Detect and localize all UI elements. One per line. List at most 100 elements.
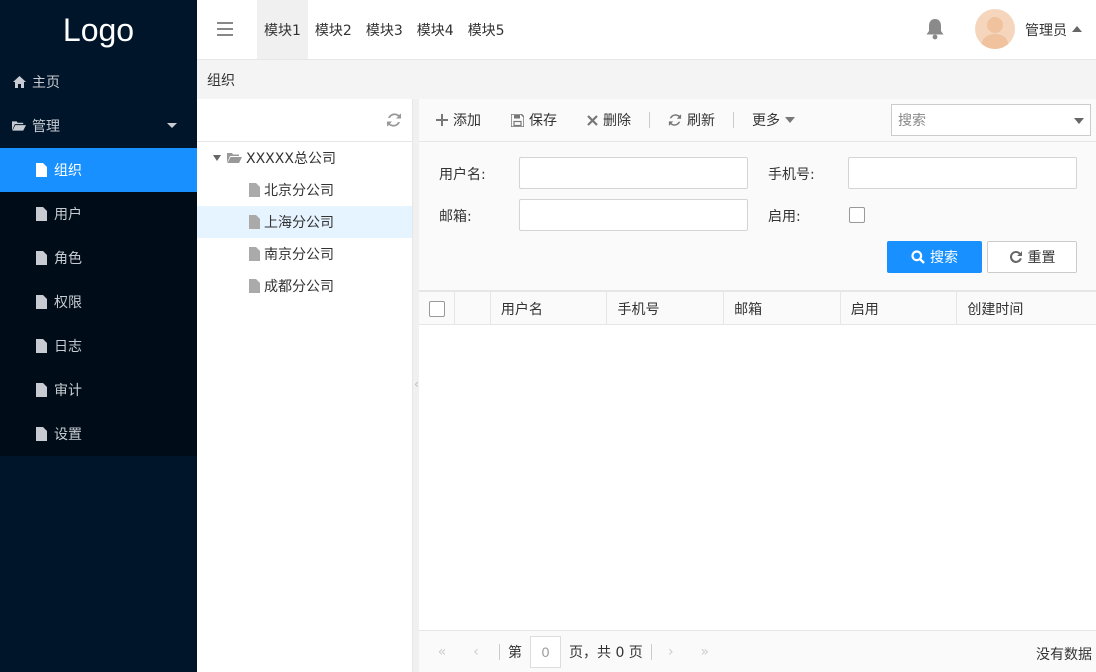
more-dropdown-label: 更多 [752,113,780,129]
sidebar-item-logs[interactable]: 日志 [0,324,197,368]
avatar[interactable] [975,9,1015,49]
tree-node-nanjing[interactable]: 南京分公司 [197,238,412,270]
tree-node-label: XXXXX总公司 [246,151,336,167]
toolbar-divider [733,112,734,128]
more-dropdown[interactable]: 更多 [752,110,795,130]
tree-node-shanghai[interactable]: 上海分公司 [197,206,412,238]
sidebar-item-label: 主页 [32,75,60,91]
user-name[interactable]: 管理员 [1025,20,1067,40]
sidebar-item-label: 用户 [54,207,82,223]
last-page-icon[interactable]: » [694,641,716,663]
pagination: « ‹ 第 页，共 0 页 › » 没有数据 [419,630,1096,672]
top-header: 模块1 模块2 模块3 模块4 模块5 管理员 [197,0,1096,60]
delete-button[interactable]: 删除 [587,110,631,130]
column-header-username[interactable]: 用户名 [491,292,608,325]
sidebar-item-permissions[interactable]: 权限 [0,280,197,324]
no-data-text: 没有数据 [1036,647,1092,663]
table-body [419,325,1096,630]
main-content: 添加 保存 删除 刷新 更多 搜索 用户名: 手机号: 邮箱: 启用: 搜索 重… [419,99,1096,672]
tree-node-beijing[interactable]: 北京分公司 [197,174,412,206]
tree-node-label: 南京分公司 [264,247,334,263]
sidebar: Logo 主页 管理 组织 用户 角色 权限 日志 审计 设置 [0,0,197,672]
column-header-enabled[interactable]: 启用 [841,292,958,325]
username-field[interactable] [519,157,748,189]
chevron-down-icon [1074,118,1084,124]
chevron-down-icon [167,123,177,128]
tree-node-label: 成都分公司 [264,279,334,295]
enabled-checkbox[interactable] [849,207,865,223]
search-select[interactable]: 搜索 [891,104,1091,136]
caret-up-icon[interactable] [1072,26,1082,32]
breadcrumb: 组织 [197,60,1096,99]
module-tabs: 模块1 模块2 模块3 模块4 模块5 [257,0,512,59]
select-all-checkbox[interactable] [429,300,445,317]
tab-module-4[interactable]: 模块4 [410,0,461,59]
save-button-label: 保存 [529,113,557,129]
file-icon [34,339,48,353]
file-icon [34,295,48,309]
breadcrumb-current: 组织 [207,72,235,89]
tab-module-1[interactable]: 模块1 [257,0,308,59]
folder-open-icon [227,152,242,164]
expand-caret-icon[interactable] [213,155,221,161]
sidebar-item-roles[interactable]: 角色 [0,236,197,280]
column-header-email[interactable]: 邮箱 [724,292,841,325]
tree-node-root[interactable]: XXXXX总公司 [197,142,412,174]
first-page-icon[interactable]: « [431,641,453,663]
column-header-phone[interactable]: 手机号 [607,292,725,325]
action-toolbar: 添加 保存 删除 刷新 更多 搜索 [419,99,1096,142]
sidebar-item-label: 组织 [54,163,82,179]
close-icon [587,114,598,126]
add-button-label: 添加 [453,113,481,129]
sidebar-item-audit[interactable]: 审计 [0,368,197,412]
menu-toggle-icon[interactable] [217,22,233,36]
refresh-button[interactable]: 刷新 [668,110,715,130]
page-number-input[interactable] [530,635,561,668]
tree-node-chengdu[interactable]: 成都分公司 [197,270,412,302]
tab-module-2[interactable]: 模块2 [308,0,359,59]
tree-toolbar [197,99,412,142]
search-button[interactable]: 搜索 [887,241,982,273]
file-icon [34,251,48,265]
sidebar-item-settings[interactable]: 设置 [0,412,197,456]
reset-button-label: 重置 [1027,250,1056,266]
home-icon [12,75,26,89]
toolbar-divider [649,112,650,128]
enabled-label: 启用: [768,209,801,225]
sidebar-item-users[interactable]: 用户 [0,192,197,236]
organization-tree-panel: XXXXX总公司 北京分公司 上海分公司 南京分公司 成都分公司 [197,99,413,672]
tree-node-label: 上海分公司 [264,215,334,231]
folder-open-icon [12,119,26,133]
sidebar-item-manage[interactable]: 管理 [0,104,197,148]
file-icon [34,427,48,441]
phone-field[interactable] [848,157,1077,189]
save-icon [511,113,524,127]
prev-page-icon[interactable]: ‹ [465,641,487,663]
search-select-placeholder: 搜索 [898,113,926,129]
add-button[interactable]: 添加 [436,110,481,130]
row-number-header [455,292,491,325]
refresh-icon [668,113,682,127]
tab-module-3[interactable]: 模块3 [359,0,410,59]
file-icon [249,183,260,197]
bell-icon[interactable] [925,18,945,40]
sidebar-item-home[interactable]: 主页 [0,60,197,104]
refresh-icon[interactable] [386,112,402,128]
save-button[interactable]: 保存 [511,110,557,130]
tree-node-label: 北京分公司 [264,183,334,199]
file-icon [249,215,260,229]
chevron-down-icon [785,117,795,123]
reset-icon [1009,250,1023,264]
column-header-created-time[interactable]: 创建时间 [957,292,1096,325]
email-field[interactable] [519,199,748,231]
file-icon [34,207,48,221]
username-label: 用户名: [439,167,486,183]
next-page-icon[interactable]: › [660,641,682,663]
tab-module-5[interactable]: 模块5 [461,0,512,59]
sidebar-item-label: 管理 [32,119,60,135]
plus-icon [436,114,448,126]
refresh-button-label: 刷新 [687,113,715,129]
table-header: 用户名 手机号 邮箱 启用 创建时间 [419,291,1096,325]
sidebar-item-organization[interactable]: 组织 [0,148,197,192]
reset-button[interactable]: 重置 [987,241,1077,273]
